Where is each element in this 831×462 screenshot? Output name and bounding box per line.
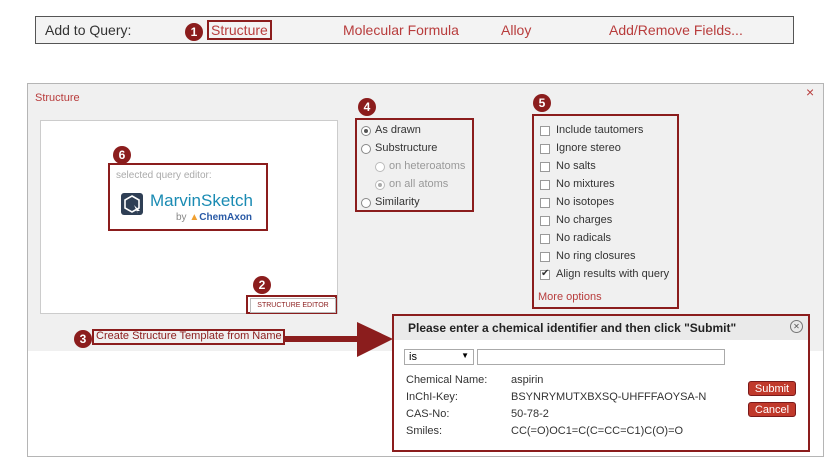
callout-badge-5: 5 (533, 94, 551, 112)
radio-substructure[interactable] (361, 144, 371, 154)
callout-badge-6: 6 (113, 146, 131, 164)
identifier-type-select[interactable]: is ▼ (404, 349, 474, 365)
filter-no-ring-closures: No ring closures (556, 250, 636, 262)
callout-badge-4: 4 (358, 98, 376, 116)
submit-button[interactable]: Submit (748, 381, 796, 396)
checkbox-no-ring-closures[interactable] (540, 252, 550, 262)
callout-badge-1: 1 (185, 23, 203, 41)
add-to-query-bar: Add to Query: Structure Molecular Formul… (35, 16, 794, 44)
filter-no-isotopes: No isotopes (556, 196, 615, 208)
marvinsketch-title: MarvinSketch (150, 191, 253, 210)
filter-ignore-stereo: Ignore stereo (556, 142, 621, 154)
row-label-inchi-key: InChI-Key: (406, 391, 458, 403)
row-value-inchi-key: BSYNRYMUTXBXSQ-UHFFFAOYSA-N (511, 391, 707, 403)
row-label-chemical-name: Chemical Name: (406, 374, 488, 386)
panel-title: Structure (35, 92, 80, 104)
checkbox-align-results[interactable] (540, 268, 550, 280)
structure-editor-button[interactable]: STRUCTURE EDITOR (250, 298, 336, 313)
more-options-link[interactable]: More options (538, 291, 602, 303)
filter-align-results: Align results with query (556, 268, 670, 280)
row-label-cas-no: CAS-No: (406, 408, 450, 420)
option-substructure: Substructure (375, 142, 438, 154)
option-on-all-atoms: on all atoms (389, 178, 449, 190)
query-link-alloy[interactable]: Alloy (501, 22, 531, 38)
selected-editor-label: selected query editor: (116, 170, 212, 181)
checkbox-include-tautomers[interactable] (540, 126, 550, 136)
chevron-down-icon: ▼ (461, 351, 469, 360)
create-template-link[interactable]: Create Structure Template from Name (96, 330, 282, 342)
chemaxon-vendor: ChemAxon (199, 212, 253, 223)
radio-similarity[interactable] (361, 198, 371, 208)
row-value-cas-no: 50-78-2 (511, 408, 549, 420)
chemaxon-flame-icon: ▲ (189, 212, 200, 223)
query-link-add-remove-fields[interactable]: Add/Remove Fields... (609, 22, 743, 38)
option-similarity: Similarity (375, 196, 420, 208)
checkbox-no-radicals[interactable] (540, 234, 550, 244)
dialog-close-icon[interactable]: ✕ (790, 320, 803, 333)
checkbox-no-charges[interactable] (540, 216, 550, 226)
filter-no-mixtures: No mixtures (556, 178, 615, 190)
chemaxon-byline: by ▲ChemAxon (176, 212, 252, 223)
filter-no-salts: No salts (556, 160, 596, 172)
filter-include-tautomers: Include tautomers (556, 124, 644, 136)
callout-badge-3: 3 (74, 330, 92, 348)
filter-no-radicals: No radicals (556, 232, 612, 244)
identifier-type-value: is (409, 351, 417, 363)
checkbox-no-isotopes[interactable] (540, 198, 550, 208)
identifier-dialog-title: Please enter a chemical identifier and t… (408, 321, 737, 335)
row-value-smiles: CC(=O)OC1=C(C=CC=C1)C(O)=O (511, 425, 684, 437)
query-link-structure[interactable]: Structure (207, 20, 272, 40)
option-as-drawn: As drawn (375, 124, 421, 136)
row-label-smiles: Smiles: (406, 425, 443, 437)
arrow-to-dialog-icon (283, 320, 395, 360)
query-link-molecular-formula[interactable]: Molecular Formula (343, 22, 459, 38)
cancel-button[interactable]: Cancel (748, 402, 796, 417)
checkbox-no-mixtures[interactable] (540, 180, 550, 190)
add-to-query-label: Add to Query: (45, 22, 132, 38)
checkbox-no-salts[interactable] (540, 162, 550, 172)
option-on-heteroatoms: on heteroatoms (389, 160, 466, 172)
identifier-input[interactable] (477, 349, 725, 365)
radio-on-heteroatoms[interactable] (375, 162, 385, 172)
checkbox-ignore-stereo[interactable] (540, 144, 550, 154)
radio-on-all-atoms[interactable] (375, 180, 385, 190)
radio-as-drawn[interactable] (361, 126, 371, 136)
close-icon[interactable]: × (806, 84, 814, 100)
byline-by: by (176, 212, 187, 223)
callout-badge-2: 2 (253, 276, 271, 294)
filter-no-charges: No charges (556, 214, 613, 226)
marvinsketch-logo-icon (120, 192, 144, 216)
row-value-chemical-name: aspirin (511, 374, 544, 386)
